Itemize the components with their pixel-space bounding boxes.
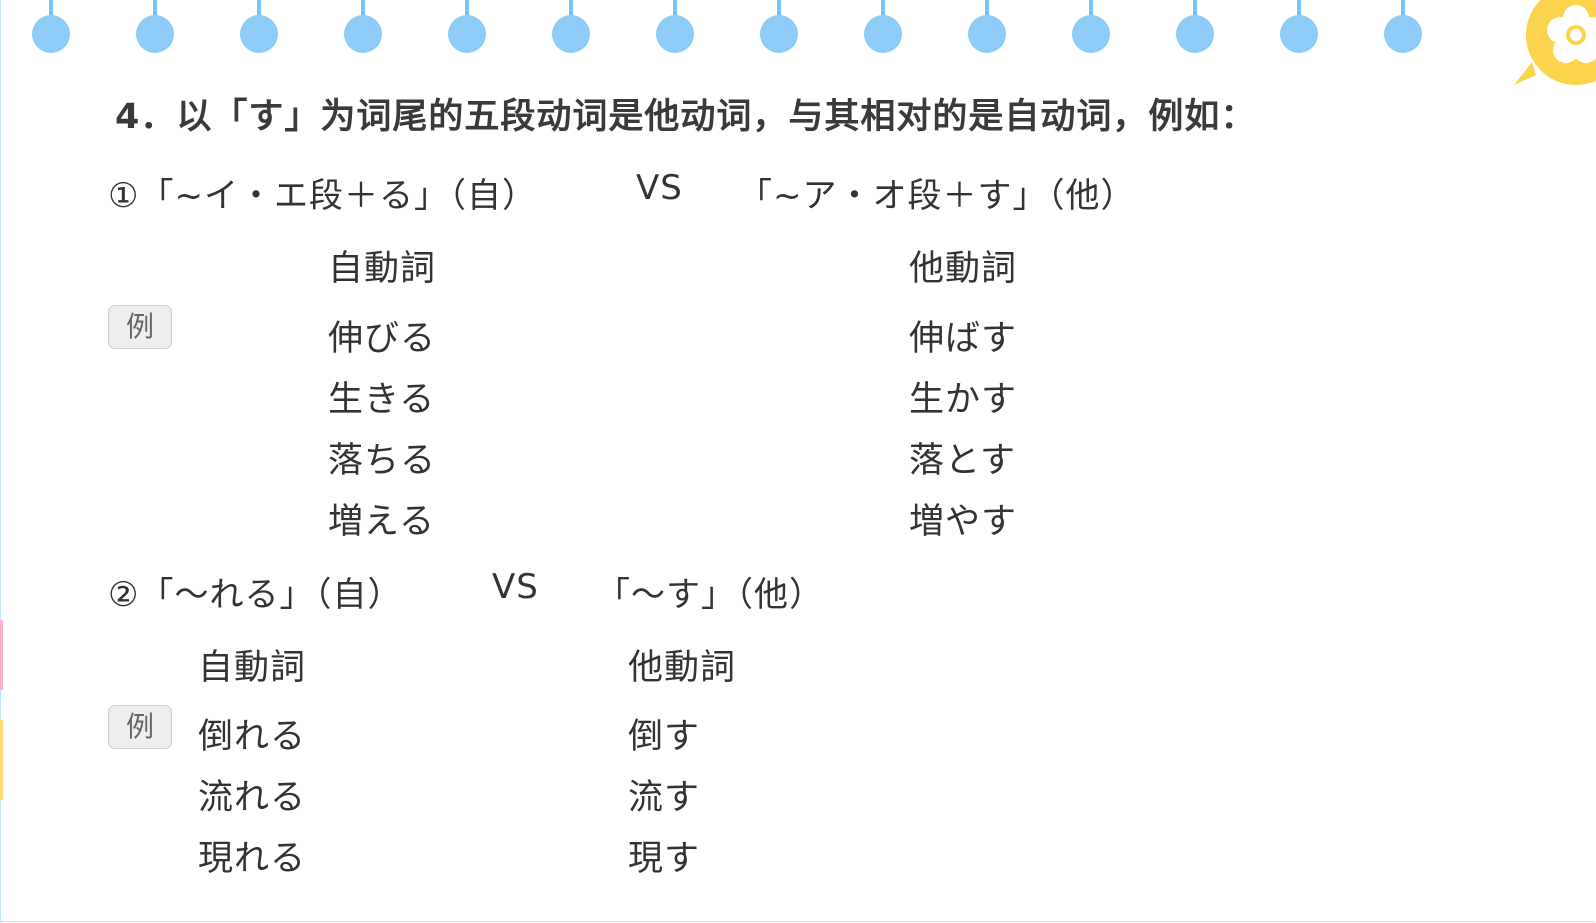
column-header-intransitive: 自動詞 <box>328 249 437 289</box>
binder-ring-icon <box>760 0 798 56</box>
binder-ring-icon <box>864 0 902 56</box>
rule-vs: VS <box>636 168 683 208</box>
column-header-intransitive: 自動詞 <box>198 648 307 688</box>
rule-intransitive: ②「～れる」（自） <box>108 575 403 615</box>
binder-ring-icon <box>968 0 1006 56</box>
binder-ring-icon <box>448 0 486 56</box>
verb-transitive: 落とす <box>909 441 1016 481</box>
binder-ring-icon <box>656 0 694 56</box>
verb-intransitive: 流れる <box>198 778 307 818</box>
column-header-transitive: 他動詞 <box>628 648 737 688</box>
verb-intransitive: 現れる <box>198 839 307 879</box>
example-tag: 例 <box>108 305 172 349</box>
verb-intransitive: 増える <box>328 502 435 542</box>
column-header-transitive: 他動詞 <box>909 249 1018 289</box>
binder-ring-icon <box>1176 0 1214 56</box>
binder-ring-icon <box>1280 0 1318 56</box>
verb-transitive: 伸ばす <box>909 319 1018 359</box>
verb-transitive: 流す <box>628 778 701 818</box>
verb-transitive: 現す <box>628 839 701 879</box>
binder-ring-icon <box>136 0 174 56</box>
notebook-rings <box>0 0 1596 60</box>
example-tag: 例 <box>108 705 172 749</box>
verb-intransitive: 生きる <box>328 380 436 420</box>
rule-vs: VS <box>492 567 539 607</box>
verb-intransitive: 倒れる <box>198 717 307 757</box>
rule-intransitive: ①「~イ・エ段＋る」（自） <box>108 176 537 216</box>
binder-ring-icon <box>240 0 278 56</box>
verb-transitive: 増やす <box>909 502 1018 542</box>
rule-transitive: 「～す」（他） <box>596 575 824 615</box>
verb-intransitive: 伸びる <box>328 319 437 359</box>
flower-badge-icon <box>1514 0 1596 85</box>
binder-ring-icon <box>32 0 70 56</box>
rule-transitive: 「~ア・オ段＋す」（他） <box>738 176 1136 216</box>
verb-intransitive: 落ちる <box>328 441 437 481</box>
section-heading: 4．以「す」为词尾的五段动词是他动词，与其相对的是自动词，例如： <box>115 97 1257 137</box>
verb-transitive: 倒す <box>628 717 701 757</box>
binder-ring-icon <box>552 0 590 56</box>
verb-transitive: 生かす <box>909 380 1018 420</box>
binder-ring-icon <box>344 0 382 56</box>
binder-ring-icon <box>1384 0 1422 56</box>
side-decoration <box>0 620 4 800</box>
binder-ring-icon <box>1072 0 1110 56</box>
